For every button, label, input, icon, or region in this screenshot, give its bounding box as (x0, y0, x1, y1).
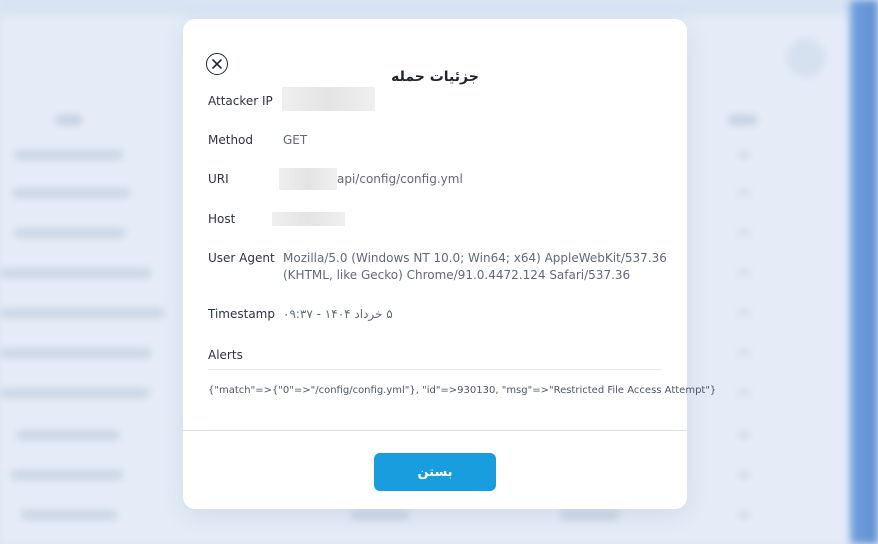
attacker-ip-redacted (282, 87, 375, 111)
user-agent-label: User Agent (208, 251, 275, 265)
close-dialog-button[interactable]: بستن (374, 453, 496, 491)
modal-title: جزئیات حمله (391, 69, 479, 85)
timestamp-value: ۵ خرداد ۱۴۰۴ - ۰۹:۳۷ (283, 307, 393, 321)
method-label: Method (208, 133, 254, 147)
uri-label: URI (208, 172, 229, 186)
alerts-divider (208, 369, 662, 370)
attacker-ip-label: Attacker IP (208, 94, 273, 108)
attack-details-modal: جزئیات حمله Attacker IP Method GET URI a… (183, 19, 716, 509)
host-redacted (272, 212, 345, 226)
user-agent-line-1: Mozilla/5.0 (Windows NT 10.0; Win64; x64… (283, 251, 667, 265)
host-label: Host (208, 212, 236, 226)
uri-value: api/config/config.yml (337, 172, 463, 186)
close-icon (212, 59, 222, 69)
timestamp-label: Timestamp (208, 307, 275, 321)
user-agent-value: Mozilla/5.0 (Windows NT 10.0; Win64; x64… (283, 250, 667, 284)
alerts-label: Alerts (208, 348, 243, 362)
uri-redacted-prefix (279, 168, 337, 190)
footer-divider (183, 430, 687, 431)
user-agent-line-2: (KHTML, like Gecko) Chrome/91.0.4472.124… (283, 268, 631, 282)
method-value: GET (283, 133, 308, 147)
alerts-text: {"match"=>{"0"=>"/config/config.yml"}, "… (208, 385, 717, 396)
close-button[interactable] (206, 53, 228, 75)
